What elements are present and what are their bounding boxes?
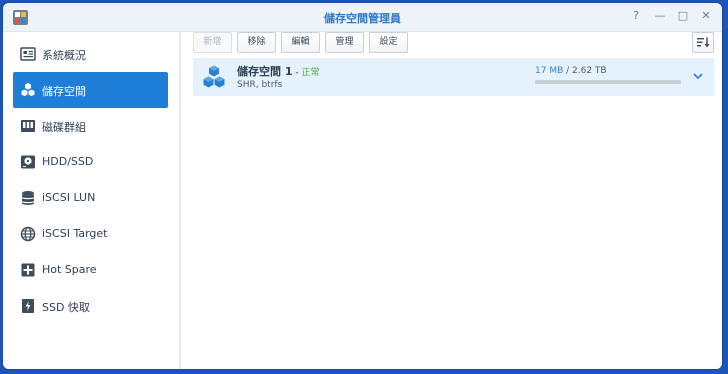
pool-usage: 17 MB / 2.62 TB [535, 66, 607, 76]
storage-manager-window: 儲存空間管理員 ? — □ ✕ 系統概況 儲存空間 磁碟群組 HDD/SSD i… [3, 3, 722, 369]
sidebar-item-label: iSCSI LUN [42, 191, 96, 204]
overview-icon [20, 47, 36, 61]
main-content: 新增 移除 編輯 管理 設定 儲存空間 1 - 正常 SHR, btrfs 17… [181, 32, 722, 369]
sidebar-item-label: SSD 快取 [42, 301, 90, 314]
sort-button[interactable] [692, 32, 714, 53]
pool-used: 17 MB [535, 66, 564, 76]
globe-icon [20, 226, 36, 242]
remove-button[interactable]: 移除 [237, 32, 276, 53]
edit-button[interactable]: 編輯 [281, 32, 320, 53]
sidebar-item-label: HDD/SSD [42, 155, 94, 168]
pool-usage-separator: / [563, 66, 573, 76]
maximize-icon[interactable]: □ [676, 9, 690, 23]
pool-name: 儲存空間 1 [237, 65, 293, 78]
sort-icon [697, 37, 710, 48]
sidebar-item-disk-group[interactable]: 磁碟群組 [13, 108, 168, 144]
sidebar-item-hot-spare[interactable]: Hot Spare [13, 252, 168, 288]
sidebar-item-label: 儲存空間 [42, 85, 86, 98]
close-icon[interactable]: ✕ [699, 9, 713, 23]
disk-group-icon [21, 120, 35, 132]
manage-button[interactable]: 管理 [325, 32, 364, 53]
sidebar-item-label: 系統概況 [42, 49, 86, 62]
sidebar-item-iscsi-target[interactable]: iSCSI Target [13, 216, 168, 252]
sidebar-item-label: iSCSI Target [42, 227, 108, 240]
ssd-cache-icon [22, 299, 34, 313]
window-title: 儲存空間管理員 [324, 12, 401, 25]
create-button[interactable]: 新增 [193, 32, 232, 53]
database-icon [22, 191, 34, 205]
minimize-icon[interactable]: — [653, 9, 667, 23]
title-bar[interactable]: 儲存空間管理員 ? — □ ✕ [3, 3, 722, 32]
pool-raid-fs: SHR, btrfs [237, 80, 283, 90]
hot-spare-icon [21, 263, 35, 277]
storage-pool-row[interactable]: 儲存空間 1 - 正常 SHR, btrfs 17 MB / 2.62 TB [193, 58, 714, 96]
hdd-icon [21, 155, 35, 169]
sidebar-item-label: 磁碟群組 [42, 121, 86, 134]
sidebar-item-label: Hot Spare [42, 263, 97, 276]
storage-pool-icon [21, 83, 35, 97]
storage-pool-icon [203, 65, 225, 88]
pool-total: 2.62 TB [572, 66, 607, 76]
sidebar-item-storage-pool[interactable]: 儲存空間 [13, 72, 168, 108]
pool-title: 儲存空間 1 - 正常 [237, 63, 319, 79]
sidebar: 系統概況 儲存空間 磁碟群組 HDD/SSD iSCSI LUN iSCSI T… [3, 32, 181, 369]
sidebar-item-ssd-cache[interactable]: SSD 快取 [13, 288, 168, 324]
sidebar-item-overview[interactable]: 系統概況 [13, 36, 168, 72]
sidebar-item-hdd-ssd[interactable]: HDD/SSD [13, 144, 168, 180]
pool-usage-bar [535, 80, 681, 84]
help-icon[interactable]: ? [629, 9, 643, 23]
sidebar-item-iscsi-lun[interactable]: iSCSI LUN [13, 180, 168, 216]
pool-status: 正常 [301, 68, 320, 78]
settings-button[interactable]: 設定 [369, 32, 408, 53]
chevron-down-icon[interactable] [692, 70, 704, 82]
